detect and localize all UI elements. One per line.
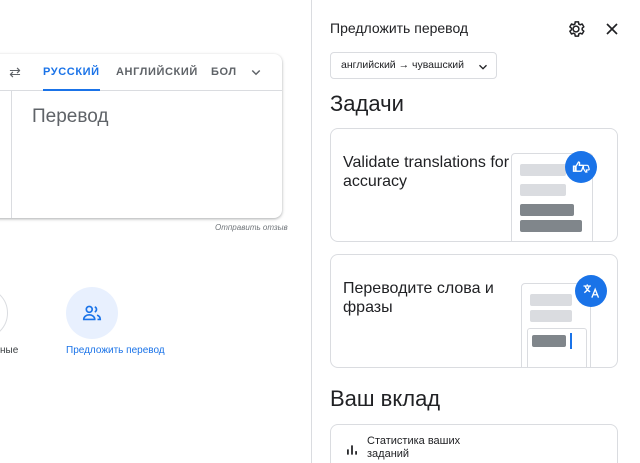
contribute-panel: Предложить перевод английский → чувашски… [311,0,640,463]
illustration-bar [520,220,582,232]
tasks-heading: Задачи [330,91,404,116]
illustration-bar [530,310,572,322]
task-title: Переводите слова и фразы [343,280,494,316]
close-icon[interactable] [602,19,622,39]
illustration-bar [520,184,566,196]
translation-output: Перевод [32,106,109,127]
chevron-down-icon [479,64,487,70]
illustration-bar [532,335,566,347]
tab-english[interactable]: АНГЛИЙСКИЙ [116,54,198,91]
stats-label: Статистика ваших заданий [367,435,461,460]
bar-chart-icon [347,445,357,455]
illustration-bar [520,164,566,176]
translator-card: ⇄ РУССКИЙ АНГЛИЙСКИЙ БОЛ Перевод [0,54,282,218]
language-pair-select[interactable]: английский → чувашский [330,52,497,79]
illustration-bar [530,294,572,306]
language-pair-value: английский → чувашский [341,59,465,71]
stats-card[interactable]: Статистика ваших заданий [330,424,618,463]
illustration-input [527,328,587,367]
saved-button[interactable] [0,287,8,339]
gear-icon[interactable] [566,19,586,39]
thumbs-up-down-icon [572,161,590,173]
task-title: Validate translations for accuracy [343,154,510,190]
feedback-link[interactable]: Отправить отзыв [215,223,288,232]
text-cursor [570,333,572,349]
tab-more-language[interactable]: БОЛ [211,54,237,91]
task-card-translate[interactable]: Переводите слова и фразы [330,254,618,368]
validate-badge [565,151,597,183]
illustration-bar [520,204,574,216]
task-card-validate[interactable]: Validate translations for accuracy [330,128,618,242]
app-root: ⇄ РУССКИЙ АНГЛИЙСКИЙ БОЛ Перевод Отправи… [0,0,640,463]
translate-badge [575,275,607,307]
panel-title: Предложить перевод [330,20,469,36]
swap-languages-icon[interactable]: ⇄ [5,62,25,82]
tab-russian[interactable]: РУССКИЙ [43,54,100,91]
pane-divider [11,91,12,218]
language-bar: ⇄ РУССКИЙ АНГЛИЙСКИЙ БОЛ [0,54,282,91]
translate-icon [583,284,600,298]
saved-label[interactable]: ные [0,345,18,356]
chevron-down-icon[interactable] [247,63,265,81]
contribution-heading: Ваш вклад [330,386,441,411]
suggest-translation-label[interactable]: Предложить перевод [66,345,165,356]
suggest-translation-button[interactable] [66,287,118,339]
people-icon [82,305,102,321]
